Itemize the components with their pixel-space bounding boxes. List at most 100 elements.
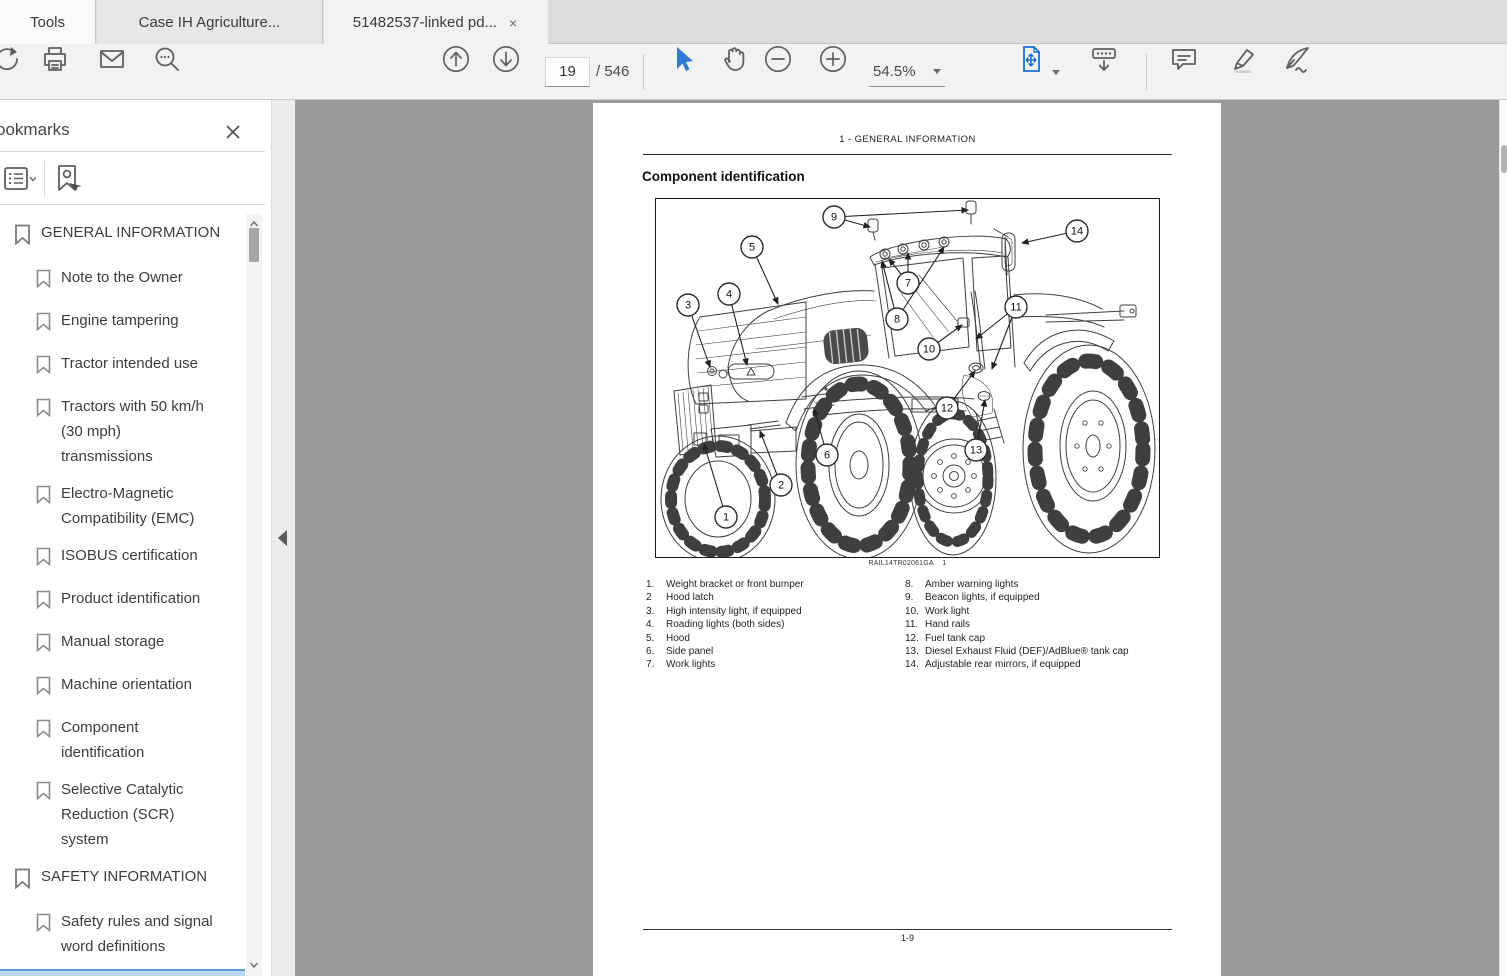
bookmark-item[interactable]: Tractor intended use [0,351,245,382]
share-icon[interactable] [0,44,22,74]
zoom-out-icon[interactable] [763,44,793,74]
header-rule [643,154,1172,155]
page-title: Component identification [642,169,805,184]
bookmark-icon [36,633,51,660]
svg-text:8: 8 [894,314,900,326]
component-identification-figure: 1 2 3 4 5 6 7 8 9 10 11 12 13 14 [655,198,1160,558]
bookmark-icon [36,676,51,703]
select-tool-icon[interactable] [668,44,698,74]
tab-close-icon[interactable]: × [507,15,519,31]
bookmark-item[interactable]: Machine orientation [0,672,245,703]
print-icon[interactable] [40,44,70,74]
document-scrollbar[interactable] [1499,100,1507,976]
bookmark-item[interactable]: Engine tampering [0,308,245,339]
bookmark-icon [36,355,51,382]
document-scrollbar-thumb[interactable] [1501,145,1507,173]
footer-rule [643,929,1172,930]
svg-text:11: 11 [1010,302,1021,314]
chevron-down-icon [933,69,941,74]
figure-legend-right: 8. Amber warning lights 9. Beacon lights, … [905,578,1185,672]
toolbar-presets-icon[interactable] [1089,44,1119,74]
legend-item: 12. Fuel tank cap [905,632,986,644]
svg-text:14: 14 [1071,226,1083,238]
highlight-icon[interactable] [1228,44,1258,74]
hand-tool-icon[interactable] [718,44,748,74]
pdf-viewer-window: Tools Case IH Agriculture... 51482537-li… [0,0,1507,976]
fit-options-chevron-icon[interactable] [1052,70,1060,75]
bookmark-item[interactable]: GENERAL INFORMATION [0,220,245,253]
page-down-icon[interactable] [491,44,521,74]
legend-item: 1. Weight bracket or front bumper [646,579,804,590]
legend-item: 10. Work light [905,605,970,617]
document-view-area: 1 - GENERAL INFORMATION Component identi… [295,100,1507,976]
tab-bar: Tools Case IH Agriculture... 51482537-li… [0,0,1507,45]
pdf-page: 1 - GENERAL INFORMATION Component identi… [593,103,1221,976]
bookmark-icon [36,312,51,339]
legend-item: 14. Adjustable rear mirrors, if equipped [905,659,1081,671]
scroll-down-icon[interactable] [249,960,259,970]
tab-document-2-active[interactable]: 51482537-linked pd... × [324,0,548,45]
bookmark-item[interactable]: Manual storage [0,629,245,660]
bookmark-item[interactable]: Product identification [0,586,245,617]
close-icon[interactable] [223,122,243,142]
options-icon[interactable] [4,163,36,195]
legend-item: 4. Roading lights (both sides) [646,619,785,631]
bookmark-item[interactable]: SAFETY INFORMATION [0,864,245,897]
bookmark-icon [36,781,51,852]
legend-item: 3. High intensity light, if equipped [646,605,802,617]
bookmarks-panel: ookmarks GENERAL INFORMATION Note to the… [0,100,271,976]
fill-sign-icon[interactable] [1281,44,1311,74]
bookmarks-toolbar [0,153,265,205]
legend-item: 5. Hood [646,632,690,644]
bookmark-item[interactable]: ISOBUS certification [0,543,245,574]
main-toolbar: 19 / 546 54.5% [0,44,1507,100]
bookmark-icon [36,913,51,959]
figure-legend-left: 1. Weight bracket or front bumper 2 Hood l… [646,578,896,672]
bookmark-icon [36,590,51,617]
zoom-level-select[interactable]: 54.5% [869,57,945,87]
zoom-in-icon[interactable] [818,44,848,74]
bookmarks-panel-title: ookmarks [0,120,70,139]
bookmark-item[interactable]: Component identification [0,715,245,765]
toolbar-separator [643,54,644,90]
fit-width-icon[interactable] [1016,44,1046,74]
bookmark-icon [36,269,51,296]
goto-bookmark-icon[interactable] [52,163,84,195]
svg-text:10: 10 [923,344,935,356]
panel-collapse-strip[interactable] [271,100,295,976]
svg-text:4: 4 [726,289,732,301]
tab-tools[interactable]: Tools [0,0,96,44]
sidebar-scrollbar[interactable] [246,214,262,976]
bookmarks-list: GENERAL INFORMATION Note to the Owner En… [0,214,245,976]
bookmark-item[interactable]: Electro-Magnetic Compatibility (EMC) [0,481,245,531]
email-icon[interactable] [97,44,127,74]
tab-document-1[interactable]: Case IH Agriculture... [97,0,323,44]
page-up-icon[interactable] [441,44,471,74]
bookmark-icon [36,719,51,765]
svg-text:3: 3 [685,300,691,312]
bookmark-item[interactable]: Tractors with 50 km/h (30 mph) transmiss… [0,394,245,469]
tab-tools-label: Tools [29,13,66,31]
page-total-label: / 546 [596,63,630,80]
svg-text:1: 1 [723,512,729,524]
zoom-level-value: 54.5% [873,63,916,80]
svg-text:7: 7 [905,278,911,290]
svg-text:2: 2 [778,480,784,492]
collapse-panel-icon[interactable] [278,530,287,546]
page-footer-number: 1-9 [900,933,914,943]
sidebar-scrollbar-thumb[interactable] [249,228,259,262]
bookmarks-toolbar-separator [44,161,45,197]
bookmark-item[interactable]: Note to the Owner [0,265,245,296]
legend-item: 13. Diesel Exhaust Fluid (DEF)/AdBlue® ta… [905,646,1129,658]
search-icon[interactable] [152,44,182,74]
bookmark-item[interactable]: Safety rules and signal word definitions [0,909,245,959]
comment-icon[interactable] [1169,44,1199,74]
page-number-input[interactable]: 19 [545,57,590,87]
bookmark-icon [36,485,51,531]
svg-text:5: 5 [749,242,755,254]
bookmark-item[interactable]: Selective Catalytic Reduction (SCR) syst… [0,777,245,852]
legend-item: 2 Hood latch [646,592,714,604]
bookmarks-panel-header: ookmarks [0,112,265,152]
svg-text:6: 6 [824,450,830,462]
tab-document-1-label: Case IH Agriculture... [138,13,281,31]
